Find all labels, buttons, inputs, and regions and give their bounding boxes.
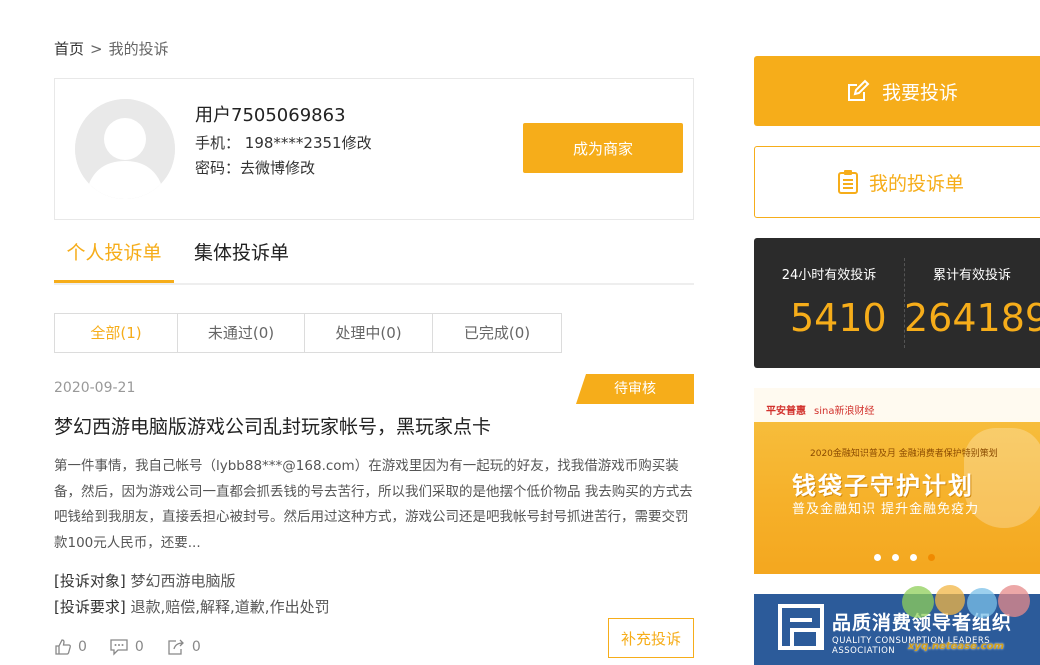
complaint-body: 第一件事情，我自己帐号（lybb88***@168.com）在游戏里因为有一起玩… bbox=[54, 458, 693, 551]
edit-icon bbox=[848, 79, 870, 101]
target-label: [投诉对象] bbox=[54, 572, 126, 590]
phone-label: 手机： bbox=[195, 134, 241, 152]
my-complaints-button[interactable]: 我的投诉单 bbox=[754, 146, 1040, 218]
clipboard-icon bbox=[838, 170, 858, 194]
avatar bbox=[75, 99, 175, 199]
game-logo-watermark bbox=[902, 585, 1030, 618]
tab-group-complaints[interactable]: 集体投诉单 bbox=[194, 238, 289, 283]
carousel-dot-3[interactable] bbox=[910, 554, 917, 561]
banner-brand-pingan: 平安普惠 bbox=[766, 406, 806, 417]
phone-value: 198****2351 bbox=[244, 134, 342, 152]
stat-24h: 24小时有效投诉 5410 bbox=[754, 238, 904, 368]
like-count: 0 bbox=[78, 639, 87, 655]
stat-total: 累计有效投诉 2641895 bbox=[904, 238, 1040, 368]
share-icon bbox=[168, 639, 184, 655]
user-name: 用户7505069863 bbox=[195, 105, 346, 126]
default-avatar-icon bbox=[75, 99, 175, 199]
complaint-date: 2020-09-21 bbox=[54, 380, 136, 396]
share-count: 0 bbox=[191, 639, 201, 655]
association-logo-icon bbox=[778, 604, 824, 650]
user-info: 用户7505069863 手机： 198****2351修改 密码：去微博修改 bbox=[195, 101, 372, 181]
comment-icon bbox=[110, 639, 128, 656]
user-card: 用户7505069863 手机： 198****2351修改 密码：去微博修改 … bbox=[54, 78, 694, 220]
become-merchant-button[interactable]: 成为商家 bbox=[523, 123, 683, 173]
complaint-item: 2020-09-21 待审核 梦幻西游电脑版游戏公司乱封玩家帐号，黑玩家点卡 第… bbox=[54, 374, 694, 665]
file-complaint-label: 我要投诉 bbox=[882, 81, 959, 104]
password-label: 密码： bbox=[195, 159, 241, 177]
user-phone-row: 手机： 198****2351修改 bbox=[195, 131, 372, 156]
filter-all[interactable]: 全部(1) bbox=[55, 314, 178, 352]
complaint-type-tabs: 个人投诉单 集体投诉单 bbox=[54, 228, 694, 285]
breadcrumb-current: 我的投诉 bbox=[108, 40, 169, 58]
breadcrumb: 首页 > 我的投诉 bbox=[54, 38, 169, 59]
my-complaints-label: 我的投诉单 bbox=[869, 172, 965, 195]
banner-title: 钱袋子守护计划 bbox=[792, 472, 974, 500]
complaint-demand-row: [投诉要求] 退款,赔偿,解释,道歉,作出处罚 bbox=[54, 594, 330, 620]
complaint-meta: [投诉对象] 梦幻西游电脑版 [投诉要求] 退款,赔偿,解释,道歉,作出处罚 bbox=[54, 568, 330, 620]
user-password-row: 密码：去微博修改 bbox=[195, 156, 372, 181]
thumbs-up-icon bbox=[55, 639, 71, 655]
complaint-stats-panel: 24小时有效投诉 5410 累计有效投诉 2641895 bbox=[754, 238, 1040, 368]
stat-total-value: 2641895 bbox=[904, 296, 1040, 340]
complaint-actions: 0 0 0 bbox=[54, 638, 223, 656]
complaint-target-row: [投诉对象] 梦幻西游电脑版 bbox=[54, 568, 330, 594]
password-edit-link[interactable]: 去微博修改 bbox=[240, 159, 315, 177]
supplement-complaint-button[interactable]: 补充投诉 bbox=[608, 618, 694, 658]
comment-action[interactable]: 0 bbox=[109, 638, 144, 656]
phone-edit-link[interactable]: 修改 bbox=[342, 134, 372, 152]
carousel-dot-1[interactable] bbox=[874, 554, 881, 561]
banner-slogan: 普及金融知识 提升金融免疫力 bbox=[792, 502, 980, 517]
demand-value: 退款,赔偿,解释,道歉,作出处罚 bbox=[130, 598, 330, 616]
breadcrumb-home-link[interactable]: 首页 bbox=[54, 40, 84, 58]
carousel-dot-2[interactable] bbox=[892, 554, 899, 561]
file-complaint-button[interactable]: 我要投诉 bbox=[754, 56, 1040, 126]
complaint-title[interactable]: 梦幻西游电脑版游戏公司乱封玩家帐号，黑玩家点卡 bbox=[54, 412, 491, 439]
stat-24h-label: 24小时有效投诉 bbox=[781, 268, 877, 283]
stat-24h-value: 5410 bbox=[790, 296, 887, 340]
status-filter-bar: 全部(1) 未通过(0) 处理中(0) 已完成(0) bbox=[54, 313, 562, 353]
demand-label: [投诉要求] bbox=[54, 598, 126, 616]
tab-personal-complaints[interactable]: 个人投诉单 bbox=[54, 238, 174, 283]
status-badge: 待审核 bbox=[576, 374, 694, 404]
filter-rejected[interactable]: 未通过(0) bbox=[178, 314, 305, 352]
banner-brand-sina: sina新浪财经 bbox=[814, 406, 875, 417]
filter-processing[interactable]: 处理中(0) bbox=[305, 314, 433, 352]
target-value[interactable]: 梦幻西游电脑版 bbox=[131, 572, 236, 590]
carousel-dot-4[interactable] bbox=[928, 554, 935, 561]
carousel-dots bbox=[874, 554, 946, 561]
comment-count: 0 bbox=[134, 639, 144, 655]
like-action[interactable]: 0 bbox=[54, 638, 87, 656]
watermark-url: xyq.netease.com bbox=[908, 641, 1004, 652]
stat-total-label: 累计有效投诉 bbox=[932, 268, 1011, 283]
share-action[interactable]: 0 bbox=[166, 638, 201, 656]
breadcrumb-separator: > bbox=[90, 40, 103, 58]
banner-subtitle: 2020金融知识普及月 金融消费者保护特别策划 bbox=[810, 449, 998, 459]
filter-completed[interactable]: 已完成(0) bbox=[433, 314, 561, 352]
promo-banner-carousel[interactable]: 平安普惠 sina新浪财经 2020金融知识普及月 金融消费者保护特别策划 钱袋… bbox=[754, 388, 1040, 574]
